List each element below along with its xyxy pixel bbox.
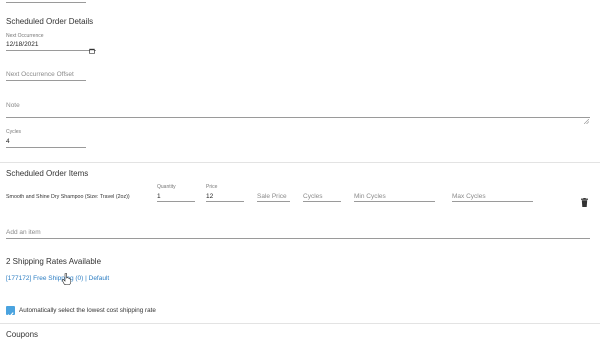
quantity-field[interactable]: 1 bbox=[157, 191, 195, 202]
details-section-title: Scheduled Order Details bbox=[6, 17, 94, 26]
item-row: Smooth and Shine Dry Shampoo (Size: Trav… bbox=[0, 183, 600, 207]
cycles-field[interactable]: 4 bbox=[6, 136, 86, 148]
sale-price-field[interactable]: Sale Price bbox=[257, 191, 290, 202]
auto-select-row[interactable]: Automatically select the lowest cost shi… bbox=[6, 306, 306, 318]
items-section-title: Scheduled Order Items bbox=[6, 169, 89, 178]
next-occurrence-field[interactable]: 12/18/2021 bbox=[6, 39, 96, 54]
checkmark-icon bbox=[7, 312, 14, 318]
shipping-section-title: 2 Shipping Rates Available bbox=[6, 257, 102, 266]
cycles-label: Cycles bbox=[6, 129, 22, 135]
calendar-icon[interactable] bbox=[89, 41, 95, 54]
add-item-field[interactable]: Add an item bbox=[6, 228, 590, 239]
coupons-section-title: Coupons bbox=[6, 330, 39, 339]
next-occurrence-value: 12/18/2021 bbox=[6, 41, 39, 48]
auto-select-label: Automatically select the lowest cost shi… bbox=[19, 307, 156, 314]
min-cycles-placeholder: Min Cycles bbox=[354, 193, 386, 200]
hand-pointer-icon bbox=[62, 272, 72, 286]
price-field[interactable]: 12 bbox=[206, 191, 244, 202]
quantity-label: Quantity bbox=[157, 184, 176, 190]
note-placeholder: Note bbox=[6, 102, 20, 109]
shipping-rate-link[interactable]: [177172] Free Shipping (0) | Default bbox=[6, 275, 109, 282]
quantity-value: 1 bbox=[157, 193, 161, 200]
max-cycles-placeholder: Max Cycles bbox=[452, 193, 486, 200]
resize-handle-icon[interactable] bbox=[583, 111, 590, 125]
auto-select-checkbox[interactable] bbox=[6, 306, 15, 318]
next-occurrence-offset-placeholder: Next Occurrence Offset bbox=[6, 71, 74, 78]
divider-shipping bbox=[0, 323, 600, 324]
item-cycles-placeholder: Cycles bbox=[303, 193, 323, 200]
max-cycles-field[interactable]: Max Cycles bbox=[452, 191, 533, 202]
price-label: Price bbox=[206, 184, 218, 190]
previous-field-underline bbox=[6, 0, 86, 3]
min-cycles-field[interactable]: Min Cycles bbox=[354, 191, 435, 202]
cycles-value: 4 bbox=[6, 138, 10, 145]
divider-details bbox=[0, 162, 600, 163]
trash-icon[interactable] bbox=[581, 194, 588, 207]
price-value: 12 bbox=[206, 193, 214, 200]
next-occurrence-offset-field[interactable]: Next Occurrence Offset bbox=[6, 68, 86, 81]
add-item-placeholder: Add an item bbox=[6, 229, 41, 236]
item-cycles-field[interactable]: Cycles bbox=[303, 191, 341, 202]
note-field[interactable]: Note bbox=[6, 99, 590, 125]
sale-price-placeholder: Sale Price bbox=[257, 193, 287, 200]
item-name: Smooth and Shine Dry Shampoo (Size: Trav… bbox=[6, 194, 130, 200]
